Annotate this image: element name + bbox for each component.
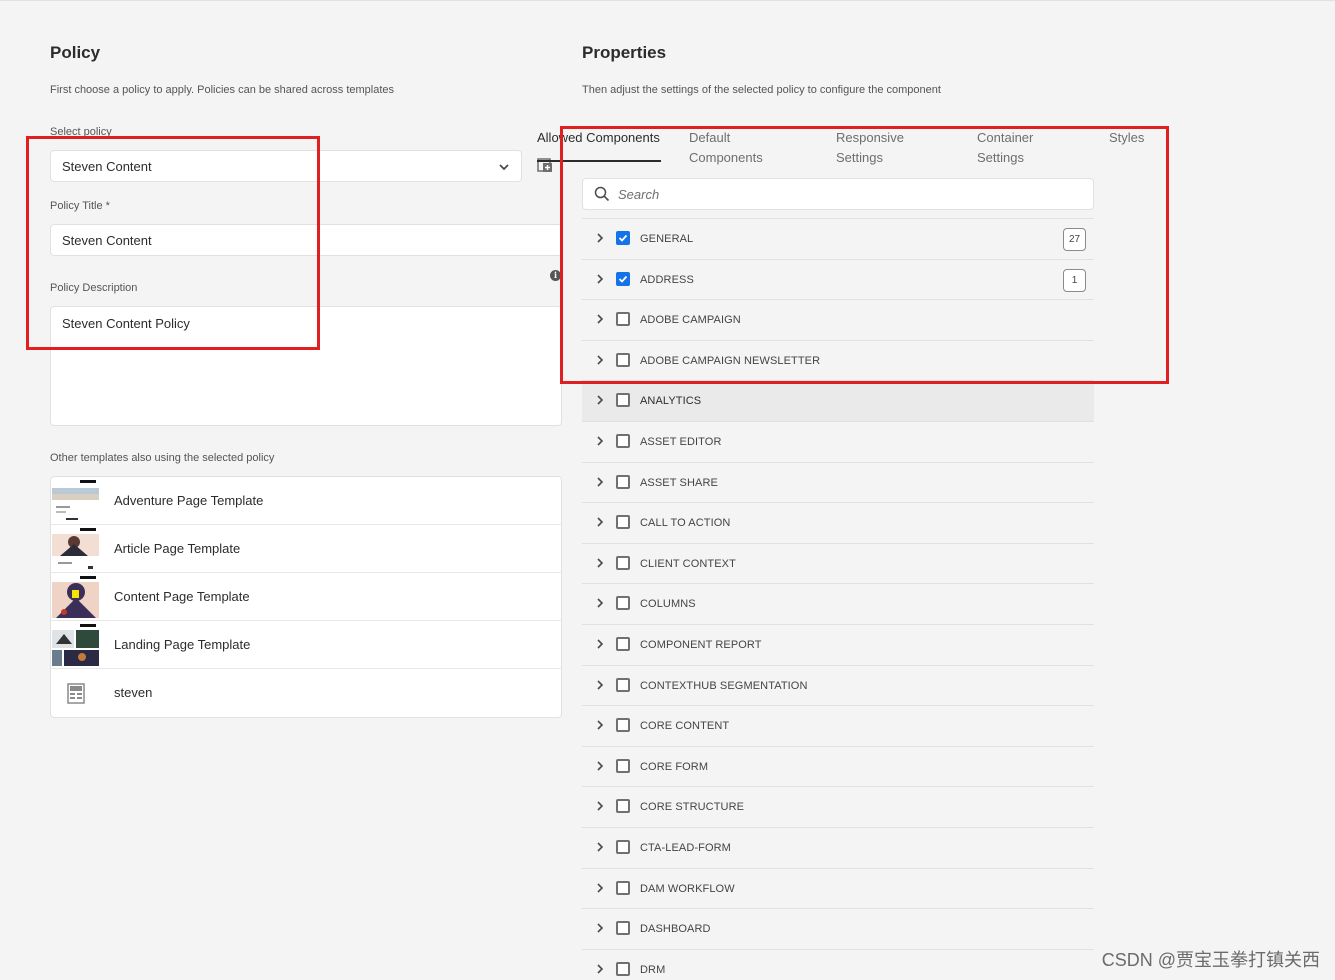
group-name: ANALYTICS — [640, 395, 702, 408]
group-checkbox[interactable] — [616, 596, 630, 611]
group-checkbox[interactable] — [616, 921, 630, 936]
templates-label: Other templates also using the selected … — [50, 452, 275, 464]
component-group-row[interactable]: DRM — [582, 948, 1094, 980]
component-group-row[interactable]: CONTEXTHUB SEGMENTATION — [582, 664, 1094, 706]
group-checkbox[interactable] — [616, 799, 630, 814]
chevron-down-icon — [499, 164, 509, 171]
policy-heading: Policy — [50, 43, 101, 62]
component-group-row[interactable]: COLUMNS — [582, 583, 1094, 624]
component-group-row[interactable]: ANALYTICS — [582, 380, 1094, 421]
template-name: Content Page Template — [114, 589, 250, 604]
chevron-right-icon[interactable] — [595, 800, 605, 812]
template-row[interactable]: Adventure Page Template — [51, 477, 561, 525]
group-name: CONTEXTHUB SEGMENTATION — [640, 679, 808, 692]
template-thumbnail — [52, 478, 99, 524]
template-row[interactable]: Article Page Template — [51, 525, 561, 573]
group-checkbox[interactable] — [616, 474, 630, 489]
group-name: CTA-LEAD-FORM — [640, 841, 731, 854]
templates-list: Adventure Page Template Article Page Tem… — [50, 476, 562, 718]
group-name: CORE CONTENT — [640, 720, 730, 733]
component-group-row[interactable]: CORE CONTENT — [582, 705, 1094, 746]
chevron-right-icon[interactable] — [595, 841, 605, 853]
group-name: COLUMNS — [640, 598, 696, 611]
group-name: CALL TO ACTION — [640, 517, 731, 530]
template-thumbnail — [52, 622, 99, 668]
component-group-row[interactable]: CLIENT CONTEXT — [582, 542, 1094, 584]
group-checkbox[interactable] — [616, 433, 630, 448]
template-name: steven — [114, 685, 153, 700]
template-icon — [52, 670, 99, 716]
chevron-right-icon[interactable] — [595, 557, 605, 569]
properties-heading: Properties — [582, 43, 667, 62]
chevron-right-icon[interactable] — [595, 435, 605, 447]
component-group-row[interactable]: DASHBOARD — [582, 908, 1094, 949]
template-row[interactable]: steven — [51, 669, 561, 717]
template-thumbnail — [52, 574, 99, 620]
group-checkbox[interactable] — [616, 677, 630, 692]
template-name: Landing Page Template — [114, 637, 251, 652]
group-checkbox[interactable] — [616, 839, 630, 854]
group-checkbox[interactable] — [616, 393, 630, 408]
component-group-row[interactable]: CTA-LEAD-FORM — [582, 826, 1094, 868]
component-group-row[interactable]: ASSET SHARE — [582, 461, 1094, 503]
component-group-row[interactable]: DAM WORKFLOW — [582, 867, 1094, 909]
chevron-right-icon[interactable] — [595, 719, 605, 731]
template-name: Adventure Page Template — [114, 493, 264, 508]
annotation-box-policy — [26, 136, 320, 350]
component-group-row[interactable]: CORE STRUCTURE — [582, 786, 1094, 827]
template-row[interactable]: Content Page Template — [51, 573, 561, 621]
template-name: Article Page Template — [114, 541, 241, 556]
group-name: CORE FORM — [640, 760, 709, 773]
chevron-right-icon[interactable] — [595, 922, 605, 934]
group-name: DASHBOARD — [640, 923, 711, 936]
policy-description-text: First choose a policy to apply. Policies… — [50, 84, 395, 96]
group-name: DAM WORKFLOW — [640, 882, 735, 895]
component-group-row[interactable]: COMPONENT REPORT — [582, 623, 1094, 665]
chevron-right-icon[interactable] — [595, 516, 605, 528]
chevron-right-icon[interactable] — [595, 882, 605, 894]
chevron-right-icon[interactable] — [595, 760, 605, 772]
group-checkbox[interactable] — [616, 880, 630, 895]
annotation-box-components — [560, 126, 1169, 384]
group-name: ASSET SHARE — [640, 476, 718, 489]
chevron-right-icon[interactable] — [595, 963, 605, 975]
watermark: CSDN @贾宝玉拳打镇关西 — [1101, 950, 1320, 970]
component-group-row[interactable]: ASSET EDITOR — [582, 420, 1094, 462]
chevron-right-icon[interactable] — [595, 597, 605, 609]
group-name: CORE STRUCTURE — [640, 801, 745, 814]
component-group-row[interactable]: CALL TO ACTION — [582, 502, 1094, 543]
chevron-right-icon[interactable] — [595, 638, 605, 650]
group-name: DRM — [640, 963, 666, 976]
group-checkbox[interactable] — [616, 515, 630, 530]
group-name: COMPONENT REPORT — [640, 638, 762, 651]
chevron-right-icon[interactable] — [595, 679, 605, 691]
chevron-right-icon[interactable] — [595, 476, 605, 488]
template-row[interactable]: Landing Page Template — [51, 621, 561, 669]
chevron-right-icon[interactable] — [595, 394, 605, 406]
group-checkbox[interactable] — [616, 636, 630, 651]
top-divider — [0, 0, 1335, 1]
group-name: CLIENT CONTEXT — [640, 557, 736, 570]
group-checkbox[interactable] — [616, 758, 630, 773]
component-group-row[interactable]: CORE FORM — [582, 745, 1094, 787]
template-thumbnail — [52, 526, 99, 572]
properties-description-text: Then adjust the settings of the selected… — [582, 84, 941, 96]
group-checkbox[interactable] — [616, 555, 630, 570]
group-checkbox[interactable] — [616, 961, 630, 976]
group-name: ASSET EDITOR — [640, 435, 722, 448]
group-checkbox[interactable] — [616, 718, 630, 733]
